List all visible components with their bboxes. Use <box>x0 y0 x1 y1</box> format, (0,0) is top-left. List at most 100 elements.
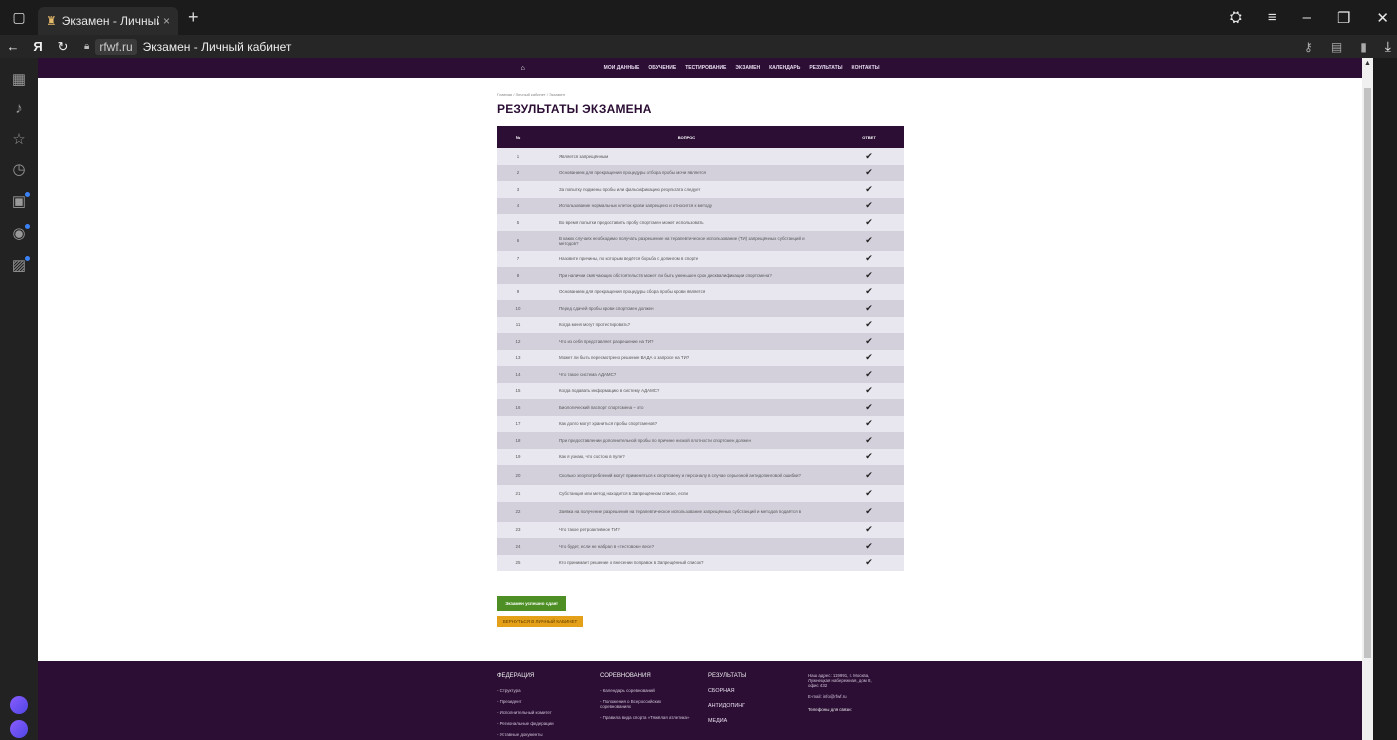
nav-exam[interactable]: ЭКЗАМЕН <box>735 65 760 71</box>
question-number: 12 <box>497 333 539 350</box>
footer-link[interactable]: - Положения о Всероссийских соревнования… <box>600 699 690 709</box>
table-row: 20 Сколько злоупотреблений могут применят… <box>497 465 904 485</box>
correct-check-icon: ✔ <box>834 448 904 465</box>
question-number: 8 <box>497 267 539 284</box>
correct-check-icon: ✔ <box>834 164 904 181</box>
question-text: Основанием для прекращения процедуры отб… <box>539 164 834 181</box>
footer-link[interactable]: СБОРНАЯ <box>708 688 746 694</box>
footer-link[interactable]: - Календарь соревнований <box>600 688 690 693</box>
question-number: 10 <box>497 300 539 317</box>
apps-grid-icon[interactable]: ▦ <box>6 70 32 92</box>
close-tab-icon[interactable]: × <box>163 14 170 28</box>
collections-icon[interactable]: ▣ <box>6 192 32 214</box>
question-text: Может ли быть пересмотрено решение ВАДА … <box>539 349 834 366</box>
footer-link[interactable]: АНТИДОПИНГ <box>708 703 746 709</box>
footer-results: РЕЗУЛЬТАТЫ СБОРНАЯ АНТИДОПИНГ МЕДИА <box>708 673 746 733</box>
scroll-up-icon[interactable]: ▲ <box>1362 58 1373 69</box>
scrollbar-thumb[interactable] <box>1364 88 1371 658</box>
footer-link[interactable]: МЕДИА <box>708 718 746 724</box>
table-row: 1 Является запрещённым ✔ <box>497 148 904 165</box>
back-icon[interactable]: ← <box>0 39 26 54</box>
footer-link[interactable]: - Президент <box>497 699 554 704</box>
alice-assistant-icon[interactable] <box>10 696 28 714</box>
nav-results[interactable]: РЕЗУЛЬТАТЫ <box>809 65 842 71</box>
footer-email[interactable]: E-mail: info@rfwf.ru <box>808 694 878 699</box>
badge-dot <box>25 192 30 197</box>
footer-link[interactable]: - Региональные федерации <box>497 721 554 726</box>
question-number: 13 <box>497 349 539 366</box>
badge-dot <box>25 256 30 261</box>
favorites-star-icon[interactable]: ☆ <box>6 130 32 152</box>
correct-check-icon: ✔ <box>834 300 904 317</box>
footer-link[interactable]: - Уставные документы <box>497 732 554 737</box>
table-row: 18 При предоставлении дополнительной проб… <box>497 432 904 449</box>
table-row: 25 Кто принимает решение о внесении попра… <box>497 554 904 571</box>
badge-dot <box>25 224 30 229</box>
correct-check-icon: ✔ <box>834 485 904 502</box>
media-play-icon[interactable]: ◉ <box>6 224 32 246</box>
question-number: 14 <box>497 366 539 383</box>
footer-link[interactable]: - Правила вида спорта «Тяжёлая атлетика» <box>600 715 690 720</box>
nav-learning[interactable]: ОБУЧЕНИЕ <box>648 65 676 71</box>
footer-heading[interactable]: ФЕДЕРАЦИЯ <box>497 673 554 679</box>
question-text: В каких случаях необходимо получать разр… <box>539 230 834 251</box>
restore-icon[interactable]: ❐ <box>1337 9 1350 27</box>
question-number: 20 <box>497 465 539 485</box>
minimize-icon[interactable]: – <box>1303 9 1311 26</box>
key-icon[interactable]: ⚷ <box>1304 40 1313 54</box>
table-row: 17 Как долго могут храниться пробы спортс… <box>497 415 904 432</box>
history-icon[interactable]: ◷ <box>6 160 32 182</box>
correct-check-icon: ✔ <box>834 415 904 432</box>
question-number: 2 <box>497 164 539 181</box>
menu-icon[interactable]: ≡ <box>1268 9 1277 26</box>
page-scrollbar[interactable]: ▲ <box>1362 58 1373 740</box>
url-field[interactable]: 🔒︎ rfwf.ru Экзамен - Личный кабинет <box>84 38 291 55</box>
back-to-cabinet-button[interactable]: ВЕРНУТЬСЯ В ЛИЧНЫЙ КАБИНЕТ <box>497 616 583 627</box>
site-footer: ФЕДЕРАЦИЯ - Структура - Президент - Испо… <box>38 661 1362 740</box>
results-table: № ВОПРОС ОТВЕТ 1 Является запрещённым ✔ 2 Ос… <box>497 126 904 571</box>
question-number: 25 <box>497 554 539 571</box>
lock-icon[interactable]: 🔒︎ <box>84 41 89 52</box>
reload-icon[interactable]: ↻ <box>50 39 76 55</box>
breadcrumb[interactable]: Главная / Личный кабинет / Экзамен <box>497 92 904 97</box>
footer-heading[interactable]: СОРЕВНОВАНИЯ <box>600 673 690 679</box>
question-text: Заявка на получение разрешения на терапе… <box>539 501 834 522</box>
correct-check-icon: ✔ <box>834 538 904 555</box>
question-text: При предоставлении дополнительной пробы … <box>539 432 834 449</box>
exam-passed-button[interactable]: Экзамен успешно сдан! <box>497 596 566 611</box>
footer-federation: ФЕДЕРАЦИЯ - Структура - Президент - Испо… <box>497 673 554 740</box>
address-bar: ← Я ↻ 🔒︎ rfwf.ru Экзамен - Личный кабине… <box>0 35 1397 58</box>
home-icon[interactable]: ⌂ <box>520 65 524 72</box>
footer-link[interactable]: - Исполнительный комитет <box>497 710 554 715</box>
notifications-icon[interactable]: ♪ <box>6 100 32 122</box>
correct-check-icon: ✔ <box>834 554 904 571</box>
browser-tab[interactable]: ♜ Экзамен - Личный каби × <box>38 6 178 35</box>
question-text: Биологический паспорт спортсмена – это <box>539 399 834 416</box>
header-num: № <box>497 126 539 148</box>
reader-icon[interactable]: ▤ <box>1331 40 1342 54</box>
question-text: За попытку подмены пробы или фальсификац… <box>539 181 834 198</box>
site-favicon-icon: ♜ <box>46 13 57 28</box>
table-row: 8 При наличии смягчающих обстоятельств мо… <box>497 267 904 284</box>
nav-calendar[interactable]: КАЛЕНДАРЬ <box>769 65 800 71</box>
download-icon[interactable]: ⤓ <box>1385 38 1391 55</box>
nav-contacts[interactable]: КОНТАКТЫ <box>852 65 880 71</box>
profile-icon[interactable]: ⛭ <box>1230 9 1242 26</box>
new-tab-button[interactable]: + <box>188 7 199 28</box>
footer-heading[interactable]: РЕЗУЛЬТАТЫ <box>708 673 746 679</box>
tab-list-icon[interactable]: ▢ <box>0 9 38 26</box>
nav-testing[interactable]: ТЕСТИРОВАНИЕ <box>685 65 726 71</box>
correct-check-icon: ✔ <box>834 148 904 165</box>
footer-competitions: СОРЕВНОВАНИЯ - Календарь соревнований - … <box>600 673 690 726</box>
yandex-logo-icon[interactable]: Я <box>26 39 50 54</box>
messenger-icon[interactable] <box>10 720 28 738</box>
close-window-icon[interactable]: ✕ <box>1376 9 1389 27</box>
table-header-row: № ВОПРОС ОТВЕТ <box>497 126 904 148</box>
bookmark-icon[interactable]: ▮ <box>1360 40 1367 54</box>
nav-my-data[interactable]: МОИ ДАННЫЕ <box>604 65 640 71</box>
documents-icon[interactable]: ▨ <box>6 256 32 278</box>
footer-link[interactable]: - Структура <box>497 688 554 693</box>
question-text: Что будет, если не набрал в «тестовом» в… <box>539 538 834 555</box>
question-text: Во время попытки предоставить пробу спор… <box>539 214 834 231</box>
header-answer: ОТВЕТ <box>834 126 904 148</box>
